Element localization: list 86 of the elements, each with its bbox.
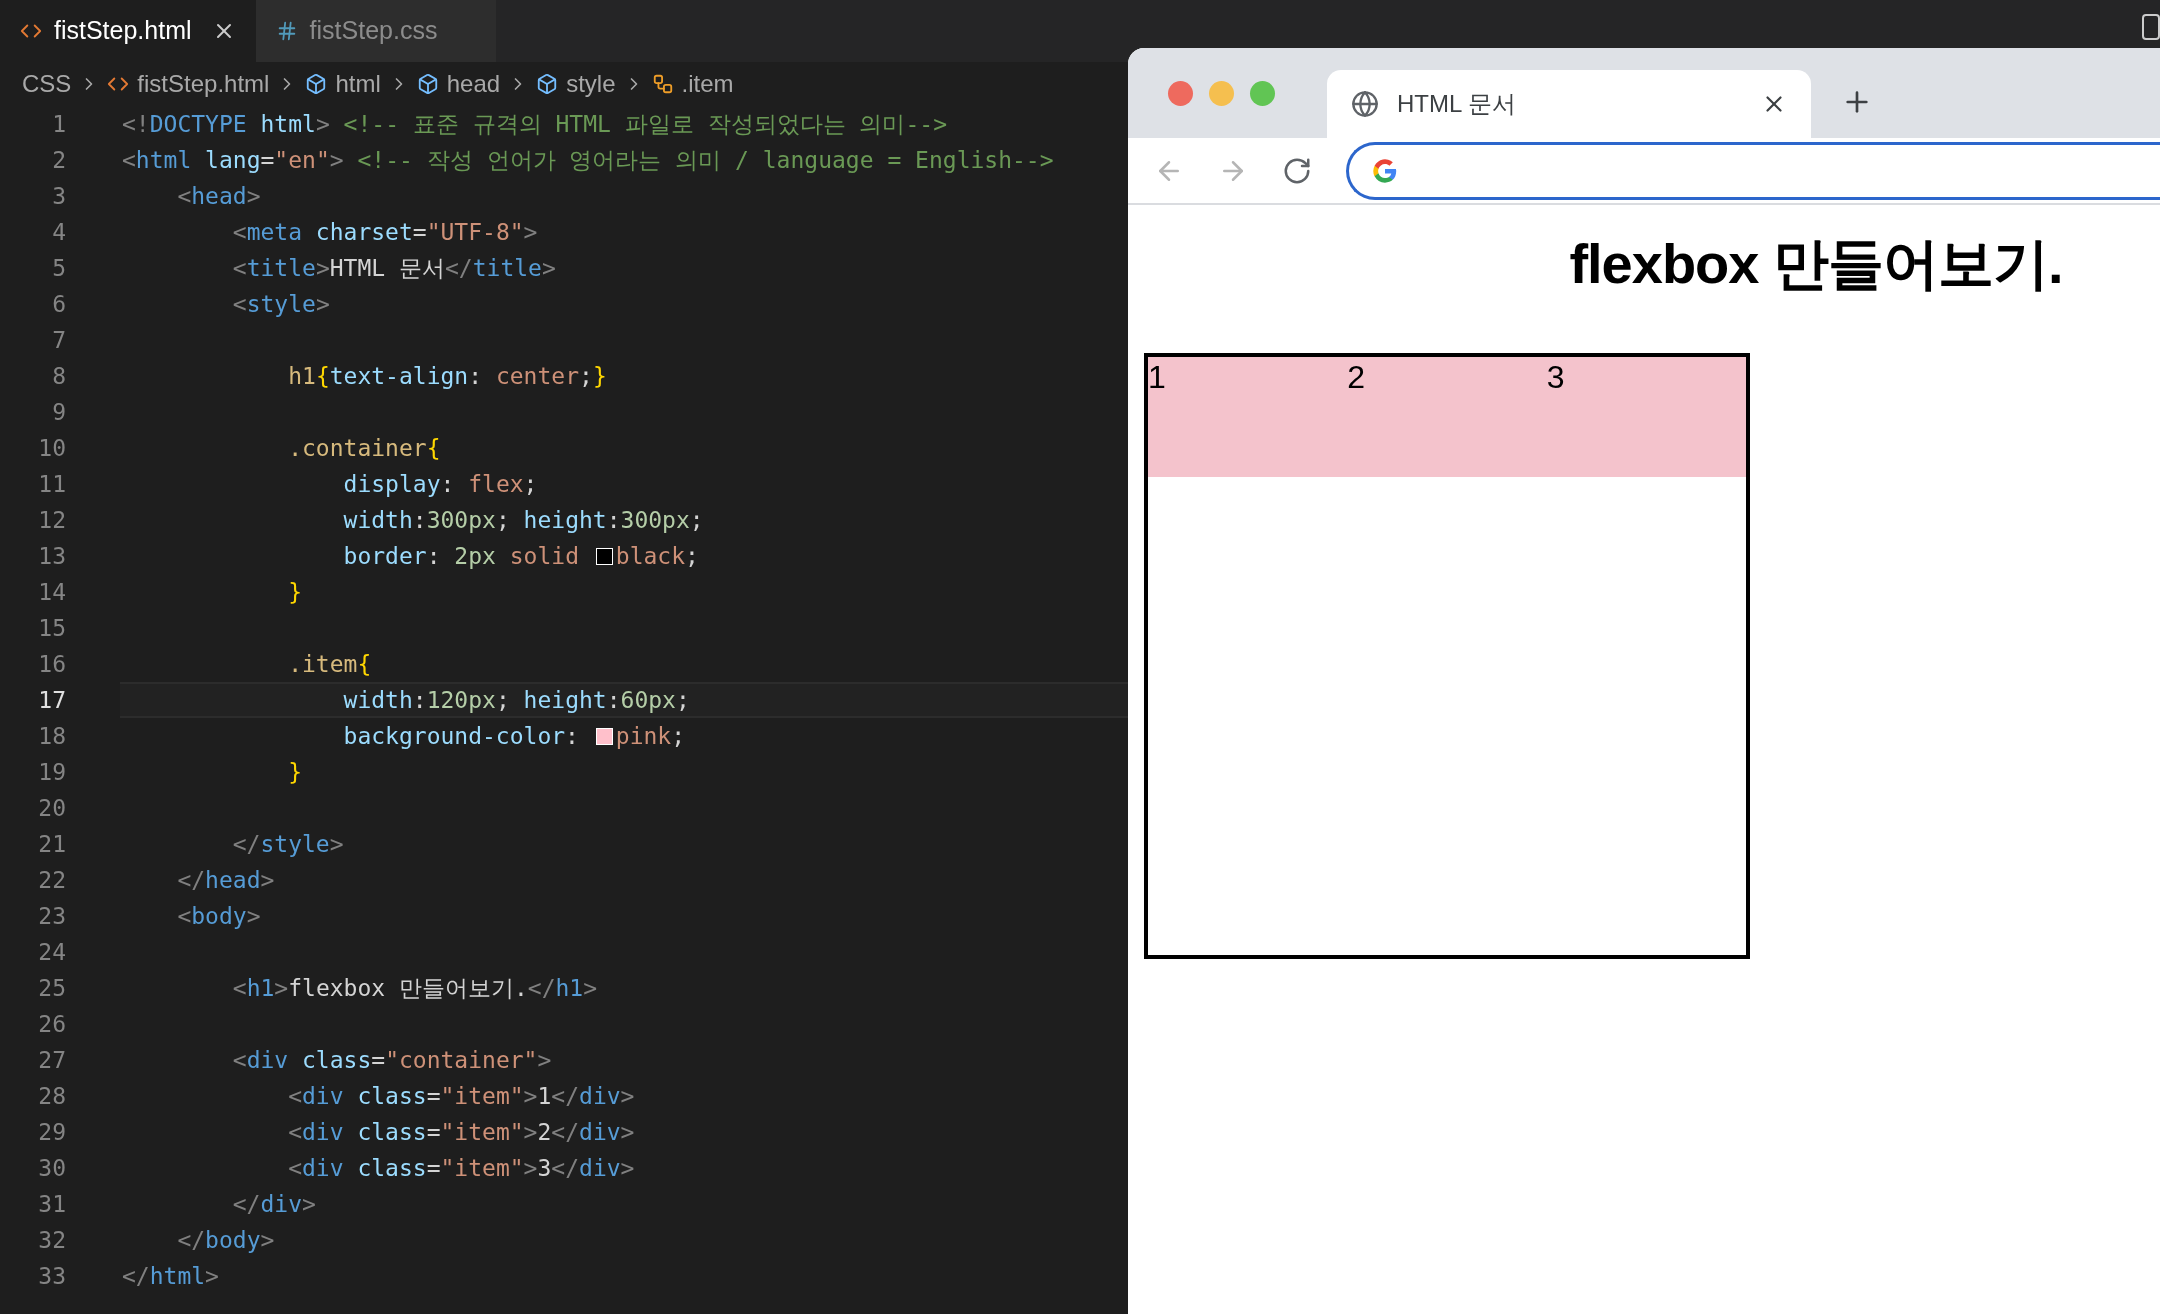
page-heading: flexbox 만들어보기. — [1568, 231, 2064, 297]
breadcrumb-item[interactable]: fistStep.html — [137, 66, 270, 102]
code-text: border: 2px solid — [342, 541, 580, 571]
code-text: width:120px; height:60px; — [342, 685, 690, 715]
code-text: } — [287, 577, 302, 607]
line-number: 12 — [37, 505, 67, 535]
code-text: black; — [615, 541, 699, 571]
code-text: } — [287, 757, 302, 787]
line-number: 4 — [51, 217, 67, 247]
line-number: 31 — [37, 1189, 67, 1219]
line-number: 26 — [37, 1009, 67, 1039]
code-text: <div class="container"> — [231, 1045, 552, 1075]
line-number: 13 — [37, 541, 67, 571]
line-number: 8 — [51, 361, 67, 391]
code-text: <meta charset="UTF-8"> — [231, 217, 538, 247]
flex-item: 2 — [1347, 357, 1547, 477]
code-text: <h1>flexbox 만들어보기.</h1> — [231, 973, 598, 1003]
flex-item: 1 — [1148, 357, 1348, 477]
code-text: </html> — [122, 1261, 219, 1291]
layout-icon[interactable] — [2142, 14, 2160, 40]
tab-title: HTML 문서 — [1397, 89, 1518, 119]
code-text: </body> — [176, 1225, 275, 1255]
line-number: 25 — [37, 973, 67, 1003]
line-number: 30 — [37, 1153, 67, 1183]
line-number: 20 — [37, 793, 67, 823]
g-logo-icon — [1371, 156, 1399, 185]
line-number: 24 — [37, 937, 67, 967]
code-text: </div> — [231, 1189, 316, 1219]
line-number: 17 — [37, 685, 67, 715]
line-number: 16 — [37, 649, 67, 679]
code-text: <head> — [176, 181, 261, 211]
code-text: </head> — [176, 865, 275, 895]
line-number: 14 — [37, 577, 67, 607]
flex-item: 3 — [1546, 357, 1746, 477]
code-text: <body> — [176, 901, 261, 931]
code-text: display: flex; — [342, 469, 538, 499]
code-text: <title>HTML 문서</title> — [231, 253, 556, 283]
editor-tab[interactable]: fistStep.css — [255, 0, 496, 62]
line-number: 23 — [37, 901, 67, 931]
breadcrumb-item[interactable]: CSS — [22, 66, 72, 102]
line-number: 32 — [37, 1225, 67, 1255]
line-number: 21 — [37, 829, 67, 859]
code-text: </style> — [231, 829, 344, 859]
line-number: 9 — [51, 397, 67, 427]
line-number: 29 — [37, 1117, 67, 1147]
code-text: <style> — [231, 289, 330, 319]
cube-icon — [416, 73, 439, 95]
browser-tab[interactable]: HTML 문서 — [1327, 70, 1811, 138]
symbol-icon — [651, 73, 674, 95]
line-number: 3 — [51, 181, 67, 211]
line-number: 18 — [37, 721, 67, 751]
line-number: 33 — [37, 1261, 67, 1291]
code-text: <html lang="en"> <!-- 작성 언어가 영어라는 의미 / language = English--> — [122, 145, 1054, 175]
line-number: 22 — [37, 865, 67, 895]
cube-icon — [305, 73, 328, 95]
line-number: 28 — [37, 1081, 67, 1111]
line-number: 5 — [51, 253, 67, 283]
breadcrumb-item[interactable]: .item — [681, 66, 734, 102]
line-number: 1 — [51, 109, 67, 139]
code-text: background-color: — [342, 721, 580, 751]
line-number: 6 — [51, 289, 67, 319]
line-number: 11 — [37, 469, 67, 499]
code-text: h1{text-align: center;} — [287, 361, 607, 391]
editor-tab[interactable]: fistStep.html — [0, 0, 256, 62]
breadcrumb-item[interactable]: head — [446, 66, 501, 102]
tab-label: fistStep.css — [309, 15, 438, 47]
code-text: <div class="item">2</div> — [287, 1117, 635, 1147]
code-text: pink; — [615, 721, 686, 751]
tab-label: fistStep.html — [54, 15, 192, 47]
globe-icon — [1351, 90, 1379, 118]
line-number: 7 — [51, 325, 67, 355]
breadcrumb-item[interactable]: style — [566, 66, 616, 102]
code-text: .item{ — [287, 649, 372, 679]
line-number: 19 — [37, 757, 67, 787]
breadcrumb-item[interactable]: html — [335, 66, 381, 102]
line-number: 2 — [51, 145, 67, 175]
code-text: <div class="item">3</div> — [287, 1153, 635, 1183]
cube-icon — [536, 73, 559, 95]
line-number: 15 — [37, 613, 67, 643]
address-bar[interactable] — [1346, 141, 2160, 200]
line-number: 10 — [37, 433, 67, 463]
code-text: <div class="item">1</div> — [287, 1081, 635, 1111]
code-text: <!DOCTYPE html> <!-- 표준 규격의 HTML 파일로 작성되었다는 의미--> — [122, 109, 947, 139]
code-text: width:300px; height:300px; — [342, 505, 704, 535]
code-text: .container{ — [287, 433, 441, 463]
line-number: 27 — [37, 1045, 67, 1075]
